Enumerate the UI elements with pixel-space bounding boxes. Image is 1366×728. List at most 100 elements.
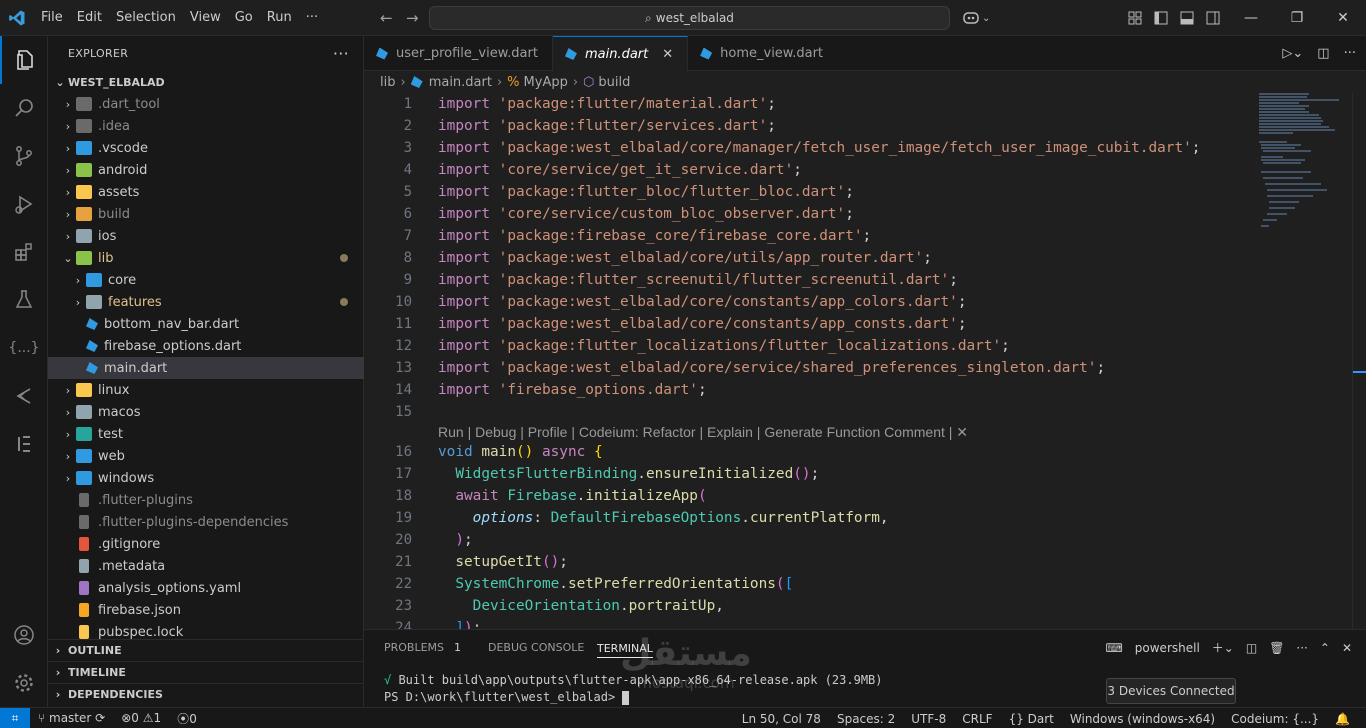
tab-main-dart[interactable]: main.dart ✕: [552, 36, 689, 71]
account-icon[interactable]: [0, 611, 48, 659]
code-editor[interactable]: 1 import 'package:flutter/material.dart';…: [364, 93, 1366, 629]
breadcrumb-lib[interactable]: lib: [380, 75, 395, 90]
codeium-icon[interactable]: [0, 372, 48, 420]
customize-layout-icon[interactable]: [1128, 11, 1142, 25]
toggle-panel-icon[interactable]: [1180, 11, 1194, 25]
indentation[interactable]: Spaces: 2: [829, 712, 903, 726]
toggle-sidebar-icon[interactable]: [1154, 11, 1168, 25]
elementor-icon[interactable]: [0, 420, 48, 468]
menu-item[interactable]: Run: [260, 0, 299, 36]
timeline-section[interactable]: › TIMELINE: [48, 661, 364, 683]
run-dropdown-icon[interactable]: ▷⌄: [1282, 46, 1303, 61]
close-panel-icon[interactable]: ✕: [1342, 641, 1352, 655]
folder-item[interactable]: › .vscode: [48, 137, 364, 159]
menu-item[interactable]: Selection: [109, 0, 183, 36]
split-terminal-icon[interactable]: ◫: [1246, 641, 1257, 655]
import-path: 'package:west_elbalad/core/service/share…: [498, 360, 1097, 376]
menu-item[interactable]: Edit: [70, 0, 109, 36]
branch-indicator[interactable]: ⑂ master ⟳: [30, 711, 113, 725]
file-item[interactable]: firebase_options.dart: [48, 335, 364, 357]
explorer-icon[interactable]: [0, 36, 48, 84]
problems-indicator[interactable]: ⊗0 ⚠1: [113, 711, 169, 725]
search-view-icon[interactable]: [0, 84, 48, 132]
folder-item[interactable]: › web: [48, 445, 364, 467]
folder-item[interactable]: › build: [48, 203, 364, 225]
notifications-bell-icon[interactable]: 🔔: [1327, 712, 1358, 726]
folder-item[interactable]: › core: [48, 269, 364, 291]
folder-item[interactable]: › assets: [48, 181, 364, 203]
command-center-search[interactable]: ⌕ west_elbalad: [429, 6, 950, 30]
chevron-right-icon: ›: [75, 273, 81, 287]
file-item[interactable]: bottom_nav_bar.dart: [48, 313, 364, 335]
breadcrumb-method[interactable]: build: [598, 75, 630, 90]
source-control-icon[interactable]: [0, 132, 48, 180]
folder-item[interactable]: › features: [48, 291, 364, 313]
more-actions-icon[interactable]: ···: [1296, 641, 1307, 655]
json-braces-icon[interactable]: {...}: [0, 324, 48, 372]
menu-item[interactable]: ···: [299, 0, 325, 36]
editor-scrollbar[interactable]: [1352, 93, 1366, 629]
tab-home-view[interactable]: home_view.dart: [688, 36, 837, 71]
tab-terminal[interactable]: TERMINAL: [597, 630, 653, 658]
restore-icon[interactable]: ❐: [1274, 10, 1320, 26]
tab-problems[interactable]: PROBLEMS 1: [384, 630, 461, 665]
minimap[interactable]: [1259, 93, 1354, 233]
tab-debug-console[interactable]: DEBUG CONSOLE: [488, 630, 584, 665]
folder-item[interactable]: › ios: [48, 225, 364, 247]
extensions-icon[interactable]: [0, 228, 48, 276]
folder-item[interactable]: ⌄ lib: [48, 247, 364, 269]
more-actions-icon[interactable]: ···: [1344, 46, 1356, 61]
language-mode[interactable]: {} Dart: [1001, 712, 1062, 726]
tab-user-profile-view[interactable]: user_profile_view.dart: [364, 36, 553, 71]
file-item[interactable]: .flutter-plugins: [48, 489, 364, 511]
file-item[interactable]: firebase.json: [48, 599, 364, 621]
new-terminal-icon[interactable]: ＋⌄: [1212, 639, 1234, 656]
folder-item[interactable]: › android: [48, 159, 364, 181]
file-item[interactable]: main.dart: [48, 357, 364, 379]
method-symbol-icon: ⬡: [583, 74, 595, 90]
remote-indicator-icon[interactable]: ⌗: [0, 707, 30, 728]
file-item[interactable]: .gitignore: [48, 533, 364, 555]
manage-gear-icon[interactable]: [0, 659, 48, 707]
toggle-secondary-sidebar-icon[interactable]: [1206, 11, 1220, 25]
codeium-status[interactable]: Codeium: {...}: [1223, 712, 1327, 726]
menu-item[interactable]: View: [183, 0, 228, 36]
folder-item[interactable]: › linux: [48, 379, 364, 401]
more-actions-icon[interactable]: ···: [333, 44, 349, 63]
flutter-device[interactable]: Windows (windows-x64): [1062, 712, 1223, 726]
file-item[interactable]: analysis_options.yaml: [48, 577, 364, 599]
file-item[interactable]: .flutter-plugins-dependencies: [48, 511, 364, 533]
file-encoding[interactable]: UTF-8: [903, 712, 954, 726]
folder-item[interactable]: › .idea: [48, 115, 364, 137]
run-debug-icon[interactable]: [0, 180, 48, 228]
cursor-position[interactable]: Ln 50, Col 78: [734, 712, 829, 726]
end-of-line[interactable]: CRLF: [954, 712, 1000, 726]
breadcrumb-class[interactable]: MyApp: [524, 75, 568, 90]
terminal-shell-selector[interactable]: powershell: [1135, 641, 1200, 655]
trash-icon[interactable]: 🗑: [1269, 641, 1284, 655]
menu-item[interactable]: File: [34, 0, 70, 36]
close-window-icon[interactable]: ✕: [1320, 10, 1366, 26]
folder-item[interactable]: › test: [48, 423, 364, 445]
breadcrumb-file[interactable]: main.dart: [429, 75, 492, 90]
codelens-actions[interactable]: Run | Debug | Profile | Codeium: Refacto…: [438, 424, 968, 441]
folder-item[interactable]: › .dart_tool: [48, 93, 364, 115]
close-tab-icon[interactable]: ✕: [662, 47, 673, 62]
terminal-prompt-line[interactable]: PS D:\work\flutter\west_elbalad>: [384, 690, 630, 705]
dependencies-section[interactable]: › DEPENDENCIES: [48, 683, 364, 705]
maximize-panel-icon[interactable]: ⌃: [1320, 641, 1330, 655]
folder-item[interactable]: › windows: [48, 467, 364, 489]
outline-section[interactable]: › OUTLINE: [48, 639, 364, 661]
testing-flask-icon[interactable]: [0, 276, 48, 324]
forward-arrow-icon[interactable]: →: [398, 9, 427, 27]
split-editor-icon[interactable]: ◫: [1317, 46, 1329, 61]
workspace-root[interactable]: ⌄ WEST_ELBALAD: [48, 71, 363, 93]
tree-item-label: .flutter-plugins: [98, 492, 193, 508]
minimize-icon[interactable]: —: [1228, 10, 1274, 26]
file-item[interactable]: .metadata: [48, 555, 364, 577]
back-arrow-icon[interactable]: ←: [372, 9, 401, 27]
menu-item[interactable]: Go: [228, 0, 260, 36]
ports-indicator[interactable]: ⦿0: [169, 710, 205, 727]
copilot-icon[interactable]: ⌄: [962, 0, 990, 36]
folder-item[interactable]: › macos: [48, 401, 364, 423]
